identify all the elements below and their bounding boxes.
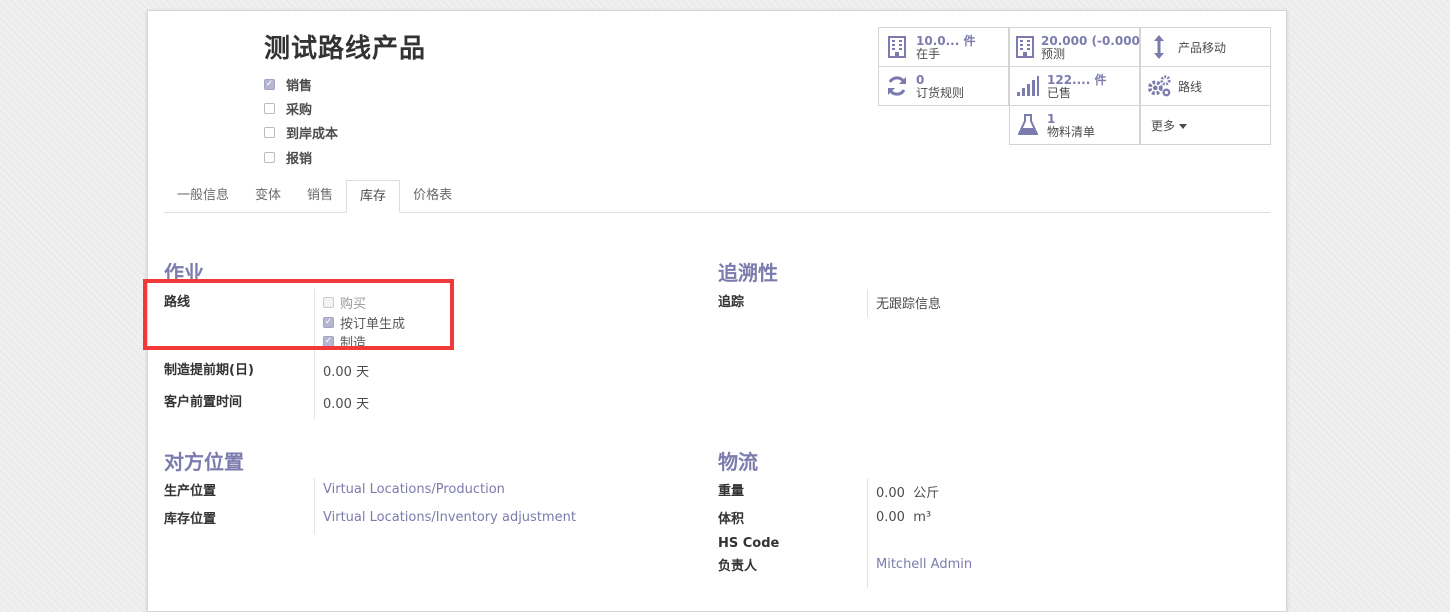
on-hand-button[interactable]: 10.0... 件 在手 <box>878 27 1009 67</box>
checkbox-icon[interactable] <box>264 79 275 90</box>
sold-value: 122.... 件 <box>1047 72 1107 87</box>
more-label: 更多 <box>1151 118 1176 133</box>
production-location-label: 生产位置 <box>164 484 217 499</box>
mfg-lead-label: 制造提前期(日) <box>164 363 254 378</box>
sold-label: 已售 <box>1047 85 1072 100</box>
flag-can-be-expensed[interactable]: 报销 <box>264 148 312 167</box>
signal-bars-icon <box>1016 74 1040 98</box>
tab-pricelist[interactable]: 价格表 <box>400 180 465 212</box>
more-button[interactable]: 更多 <box>1140 105 1271 145</box>
tab-sales[interactable]: 销售 <box>294 180 346 212</box>
tab-inventory[interactable]: 库存 <box>346 180 401 213</box>
on-hand-label: 在手 <box>916 46 941 61</box>
forecast-button[interactable]: 20.000 (-0.000+ 预测 <box>1009 27 1150 67</box>
inventory-location-link[interactable]: Virtual Locations/Inventory adjustment <box>323 510 576 525</box>
product-title[interactable]: 测试路线产品 <box>264 28 426 65</box>
tab-variants[interactable]: 变体 <box>242 180 294 212</box>
counterpart-heading: 对方位置 <box>164 450 244 474</box>
checkbox-icon[interactable] <box>264 103 275 114</box>
reorder-label: 订货规则 <box>916 85 965 100</box>
sold-button[interactable]: 122.... 件 已售 <box>1009 66 1140 106</box>
product-moves-label: 产品移动 <box>1178 40 1227 55</box>
flag-label: 销售 <box>286 79 313 94</box>
flag-landed-cost[interactable]: 到岸成本 <box>264 123 338 142</box>
flag-label: 到岸成本 <box>286 127 339 142</box>
bom-button[interactable]: 1 物料清单 <box>1009 105 1140 145</box>
volume-value[interactable]: 0.00 m³ <box>876 510 931 525</box>
logistics-heading: 物流 <box>718 450 758 474</box>
flag-label: 采购 <box>286 103 313 118</box>
forecast-label: 预测 <box>1041 46 1066 61</box>
refresh-icon <box>885 74 909 98</box>
tracking-label: 追踪 <box>718 295 745 310</box>
forecast-value: 20.000 (-0.000+ <box>1041 33 1150 48</box>
traceability-heading: 追溯性 <box>718 261 778 285</box>
reordering-rules-button[interactable]: 0 订货规则 <box>878 66 1009 106</box>
responsible-link[interactable]: Mitchell Admin <box>876 557 972 572</box>
customer-lead-label: 客户前置时间 <box>164 395 243 410</box>
caret-down-icon <box>1179 118 1188 133</box>
tracking-value[interactable]: 无跟踪信息 <box>876 293 941 312</box>
divider <box>314 478 315 534</box>
weight-value[interactable]: 0.00 公斤 <box>876 482 939 501</box>
routes-highlight-box <box>143 279 454 350</box>
checkbox-icon[interactable] <box>264 127 275 138</box>
bom-value: 1 <box>1047 111 1056 126</box>
tab-general-info[interactable]: 一般信息 <box>164 180 242 212</box>
production-location-link[interactable]: Virtual Locations/Production <box>323 482 505 497</box>
divider <box>867 478 868 588</box>
checkbox-icon[interactable] <box>264 152 275 163</box>
volume-label: 体积 <box>718 512 745 527</box>
flask-icon <box>1016 113 1040 137</box>
notebook-tabs: 一般信息 变体 销售 库存 价格表 <box>164 180 1270 213</box>
hs-code-label: HS Code <box>718 536 780 551</box>
divider <box>867 289 868 317</box>
customer-lead-value[interactable]: 0.00 天 <box>323 393 369 412</box>
inventory-location-label: 库存位置 <box>164 512 217 527</box>
gears-icon <box>1147 74 1171 98</box>
weight-label: 重量 <box>718 484 745 499</box>
flag-label: 报销 <box>286 152 313 167</box>
reorder-value: 0 <box>916 72 925 87</box>
mfg-lead-value[interactable]: 0.00 天 <box>323 361 369 380</box>
building-icon <box>885 35 909 59</box>
routes-label: 路线 <box>1178 79 1203 94</box>
up-down-arrow-icon <box>1147 35 1171 59</box>
bom-label: 物料清单 <box>1047 124 1096 139</box>
flag-can-be-sold[interactable]: 销售 <box>264 75 312 94</box>
on-hand-value: 10.0... 件 <box>916 33 976 48</box>
responsible-label: 负责人 <box>718 559 758 574</box>
routes-button[interactable]: 路线 <box>1140 66 1271 106</box>
product-moves-button[interactable]: 产品移动 <box>1140 27 1271 67</box>
flag-can-be-purchased[interactable]: 采购 <box>264 99 312 118</box>
building-icon <box>1016 35 1034 59</box>
